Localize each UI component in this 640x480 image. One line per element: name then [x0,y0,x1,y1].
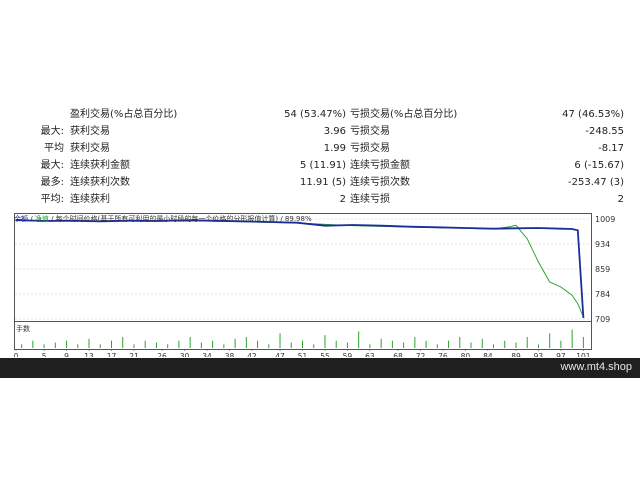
x-tick-label: 101 [576,352,591,357]
footer-bar: www.mt4.shop [0,358,640,378]
stat-value-right: -253.47 (3) [568,177,624,188]
stats-row: 平均: 连续获利 2 连续亏损 2 [0,191,640,208]
x-tick-label: 63 [365,352,375,357]
stat-value: 3.96 [323,126,346,137]
x-tick-label: 21 [129,352,139,357]
x-tick-label: 68 [393,352,403,357]
x-tick-label: 59 [343,352,353,357]
stat-value-right: -8.17 [598,143,624,154]
y-tick-label: 859 [595,265,610,274]
x-tick-label: 72 [416,352,426,357]
x-tick-label: 97 [556,352,566,357]
stat-label: 连续获利 [70,194,110,205]
y-tick-label: 709 [595,315,610,324]
stat-value-right: 2 [617,194,624,205]
stat-label-right: 亏损交易 [350,143,390,154]
x-tick-label: 76 [438,352,448,357]
stat-value-right: -248.55 [585,126,624,137]
stat-label-right: 连续亏损 [350,194,390,205]
x-tick-label: 38 [225,352,235,357]
stat-prefix: 平均: [40,194,64,205]
x-tick-label: 51 [298,352,308,357]
stat-value-right: 6 (-15.67) [574,160,624,171]
x-tick-label: 34 [202,352,212,357]
y-tick-label: 934 [595,240,610,249]
stat-label: 盈利交易(%占总百分比) [70,109,178,120]
y-tick-labels: 1009 934 859 784 709 [595,215,615,324]
x-tick-label: 9 [64,352,69,357]
x-tick-labels: 0 5 9 13 17 21 26 30 34 38 42 47 51 55 59 63 68 72 76 80 84 8… [14,349,591,361]
stat-value-right: 47 (46.53%) [562,109,624,120]
stat-label: 连续获利金额 [70,160,130,171]
x-tick-label: 26 [157,352,167,357]
stat-prefix: 最多: [40,177,64,188]
stats-row: 最大: 连续获利金额 5 (11.91) 连续亏损金额 6 (-15.67) [0,157,640,174]
main-plot-frame [14,213,592,322]
stat-prefix: 最大: [40,160,64,171]
stats-row: 平均 获利交易 1.99 亏损交易 -8.17 [0,140,640,157]
stat-label-right: 连续亏损次数 [350,177,410,188]
x-tick-label: 47 [275,352,285,357]
stat-value: 5 (11.91) [300,160,346,171]
watermark-text: www.mt4.shop [560,361,632,373]
x-tick-label: 17 [107,352,117,357]
x-tick-label: 13 [84,352,94,357]
stats-row: 最多: 连续获利次数 11.91 (5) 连续亏损次数 -253.47 (3) [0,174,640,191]
stat-label: 获利交易 [70,143,110,154]
stats-row: 最大: 获利交易 3.96 亏损交易 -248.55 [0,123,640,140]
volume-label: 手数 [16,325,30,333]
chart-legend: 余额 / 净值 / 每个时间价格(基于所有可利用的最小时段的每一个价格的分形报值… [14,215,312,223]
x-tick-label: 89 [511,352,521,357]
stat-value: 1.99 [323,143,346,154]
stat-prefix: 最大: [40,126,64,137]
x-tick-label: 0 [14,352,19,357]
stat-label-right: 亏损交易 [350,126,390,137]
stat-label: 连续获利次数 [70,177,130,188]
stat-value: 54 (53.47%) [284,109,346,120]
x-tick-label: 30 [180,352,190,357]
x-tick-label: 84 [483,352,493,357]
report-chart: 1009 934 859 784 709 0 5 9 13 17 21 26 30 34 38 42 47 51… [14,213,628,361]
legend-description: / 每个时间价格(基于所有可利用的最小时段的每一个价格的分形报值计算) / 89… [51,215,312,223]
y-tick-label: 1009 [595,215,615,224]
stat-label-right: 连续亏损金额 [350,160,410,171]
x-tick-label: 93 [534,352,544,357]
balance-equity-chart: 1009934859784709 0 5 9 13 17 21 26 30 34 38 42 47 51… [14,213,615,361]
x-tick-label: 42 [247,352,257,357]
legend-balance: 余额 [14,215,28,223]
stat-value: 2 [339,194,346,205]
stat-prefix: 平均 [44,143,64,154]
stat-label: 获利交易 [70,126,110,137]
stats-row: 盈利交易(%占总百分比) 54 (53.47%) 亏损交易(%占总百分比) 47… [0,106,640,123]
x-tick-label: 5 [42,352,47,357]
x-tick-label: 80 [461,352,471,357]
stat-value: 11.91 (5) [300,177,346,188]
y-tick-label: 784 [595,290,610,299]
stat-label-right: 亏损交易(%占总百分比) [350,109,458,120]
legend-equity: 净值 [34,215,49,223]
x-tick-label: 55 [320,352,330,357]
